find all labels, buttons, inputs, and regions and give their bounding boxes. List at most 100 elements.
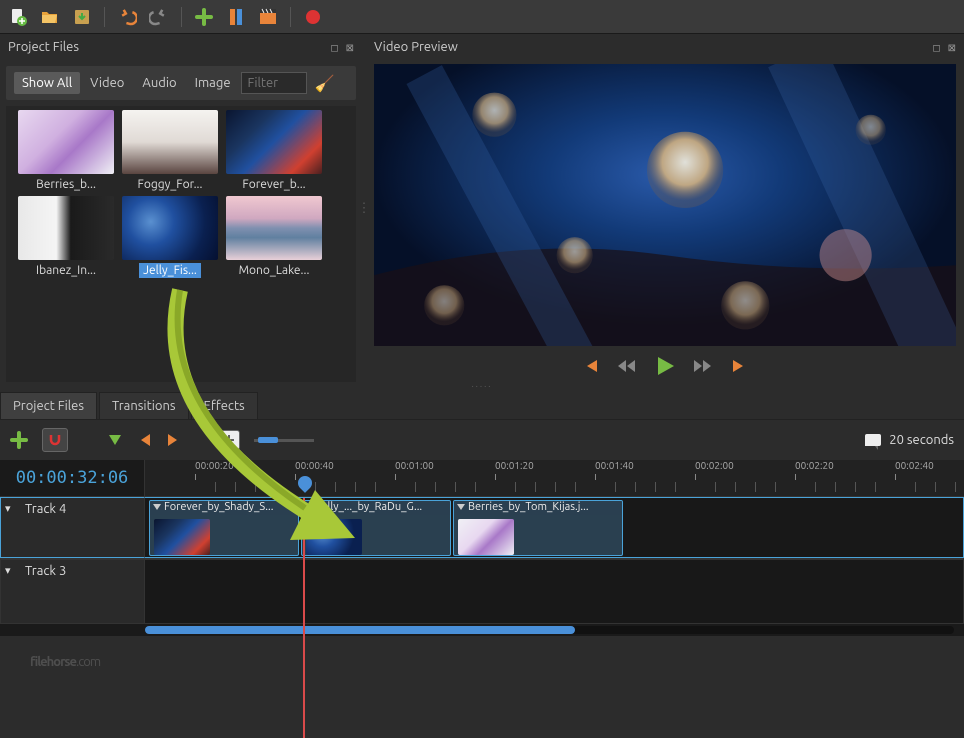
splitter-horizontal[interactable]: ····· (0, 382, 964, 390)
ruler-tick-minor (515, 482, 516, 492)
play-icon[interactable] (655, 356, 675, 376)
ruler-tick-minor (255, 482, 256, 492)
clip-label: Jelly_..._by_RaDu_G... (302, 501, 450, 515)
filter-show-all[interactable]: Show All (14, 72, 80, 94)
expand-icon[interactable]: ▾ (5, 502, 11, 515)
thumbnail-image (226, 196, 322, 260)
filter-video[interactable]: Video (82, 72, 132, 94)
thumbnail-label: Berries_b... (32, 177, 100, 192)
ruler-tick-minor (415, 482, 416, 492)
ruler-tick-minor (955, 482, 956, 492)
preview-viewport[interactable] (374, 64, 956, 346)
panel-detach-icon[interactable]: ◻ (330, 42, 338, 53)
expand-icon[interactable]: ▾ (5, 564, 11, 577)
watermark-brand: filehorse (30, 655, 76, 669)
watermark: filehorse.com (30, 641, 100, 673)
track-row: ▾ Track 3 (0, 558, 964, 624)
thumbnail-label: Foggy_For... (134, 177, 207, 192)
playhead[interactable] (303, 498, 305, 738)
filter-audio[interactable]: Audio (134, 72, 184, 94)
panels-row: Project Files ◻ ⊠ Show All Video Audio I… (0, 34, 964, 382)
video-preview-panel: Video Preview ◻ ⊠ (366, 34, 964, 382)
prev-marker-icon[interactable] (136, 433, 152, 447)
ruler-tick-minor (235, 482, 236, 492)
thumbnail-image (122, 110, 218, 174)
timeline-clip[interactable]: Forever_by_Shady_S... (149, 500, 299, 556)
ruler-tick-label: 00:01:40 (595, 460, 634, 471)
tab-effects[interactable]: Effects (191, 392, 258, 419)
ruler-tick-minor (815, 482, 816, 492)
thumbnail-item[interactable]: Ibanez_In... (16, 196, 116, 278)
ruler-tick-label: 00:02:20 (795, 460, 834, 471)
forward-icon[interactable] (693, 359, 713, 373)
thumbnail-item[interactable]: Berries_b... (16, 110, 116, 192)
note-icon[interactable] (865, 434, 881, 446)
thumbnail-label: Mono_Lake... (235, 263, 314, 278)
zoom-slider[interactable] (254, 439, 314, 442)
scrollbar-thumb[interactable] (145, 626, 575, 634)
thumbnail-image (122, 196, 218, 260)
ruler-tick-minor (455, 482, 456, 492)
marker-dropdown-icon[interactable] (108, 434, 122, 446)
jump-end-icon[interactable] (731, 358, 749, 374)
next-marker-icon[interactable] (166, 433, 182, 447)
ruler-tick-minor (355, 482, 356, 492)
clip-thumbnail (458, 519, 514, 555)
clapper-icon[interactable] (258, 7, 278, 27)
filter-input[interactable] (241, 72, 307, 94)
redo-icon[interactable] (149, 7, 169, 27)
track-header[interactable]: ▾ Track 4 (0, 497, 145, 558)
thumbnail-image (18, 110, 114, 174)
timeline-ruler-row: 00:00:32:06 00:00:2000:00:4000:01:0000:0… (0, 460, 964, 496)
track-name: Track 4 (25, 502, 66, 516)
timeline-ruler[interactable]: 00:00:2000:00:4000:01:0000:01:2000:01:40… (145, 460, 964, 496)
project-files-panel: Project Files ◻ ⊠ Show All Video Audio I… (0, 34, 362, 382)
clear-filter-icon[interactable]: 🧹 (315, 74, 335, 93)
new-file-icon[interactable] (8, 7, 28, 27)
tab-transitions[interactable]: Transitions (99, 392, 189, 419)
panel-close-icon[interactable]: ⊠ (346, 42, 354, 53)
thumbnail-item[interactable]: Jelly_Fis... (120, 196, 220, 278)
rewind-icon[interactable] (617, 359, 637, 373)
track-lane[interactable]: Forever_by_Shady_S... Jelly_..._by_RaDu_G… (145, 497, 964, 558)
ruler-tick-label: 00:00:20 (195, 460, 234, 471)
track-header[interactable]: ▾ Track 3 (0, 559, 145, 624)
separator (181, 7, 182, 27)
thumbnail-image (18, 196, 114, 260)
panel-header: Project Files ◻ ⊠ (0, 34, 362, 60)
horizontal-scrollbar (0, 624, 964, 636)
jump-start-icon[interactable] (581, 358, 599, 374)
filter-image[interactable]: Image (187, 72, 239, 94)
ruler-tick-minor (435, 482, 436, 492)
snap-icon[interactable] (42, 428, 68, 452)
clip-label: Forever_by_Shady_S... (150, 501, 298, 515)
panel-header: Video Preview ◻ ⊠ (366, 34, 964, 60)
ruler-tick-minor (755, 482, 756, 492)
add-track-icon[interactable] (10, 431, 28, 449)
ruler-tick-minor (215, 482, 216, 492)
center-playhead-icon[interactable] (218, 430, 240, 450)
thumbnail-item[interactable]: Mono_Lake... (224, 196, 324, 278)
undo-icon[interactable] (117, 7, 137, 27)
marker-icon[interactable] (226, 7, 246, 27)
timeline-clip[interactable]: Jelly_..._by_RaDu_G... (301, 500, 451, 556)
tab-project-files[interactable]: Project Files (0, 392, 97, 419)
thumbnail-item[interactable]: Foggy_For... (120, 110, 220, 192)
track-lane[interactable] (145, 559, 964, 624)
add-icon[interactable] (194, 7, 214, 27)
panel-close-icon[interactable]: ⊠ (948, 42, 956, 53)
record-icon[interactable] (303, 7, 323, 27)
ruler-tick-minor (375, 482, 376, 492)
project-files-title: Project Files (8, 40, 79, 54)
timecode-value: 00:00:32:06 (16, 468, 129, 488)
ruler-tick-minor (555, 482, 556, 492)
ruler-tick-label: 00:01:20 (495, 460, 534, 471)
thumbnail-grid: Berries_b... Foggy_For... Forever_b... Iban… (6, 106, 356, 382)
timeline-clip[interactable]: Berries_by_Tom_Kijas.j... (453, 500, 623, 556)
open-folder-icon[interactable] (40, 7, 60, 27)
zoom-label: 20 seconds (889, 433, 954, 447)
save-icon[interactable] (72, 7, 92, 27)
thumbnail-item[interactable]: Forever_b... (224, 110, 324, 192)
panel-detach-icon[interactable]: ◻ (932, 42, 940, 53)
panel-controls: ◻ ⊠ (326, 40, 354, 54)
